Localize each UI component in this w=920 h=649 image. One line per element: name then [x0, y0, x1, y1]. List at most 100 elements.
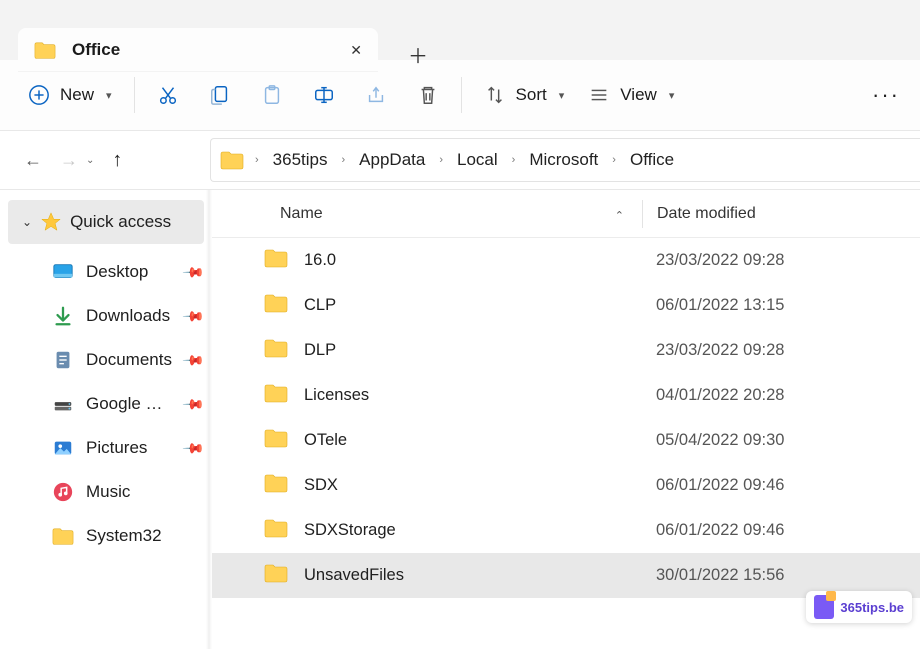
- downloads-icon: [52, 305, 74, 327]
- sort-button[interactable]: Sort ▾: [484, 84, 565, 106]
- chevron-down-icon: ▾: [106, 89, 112, 102]
- back-button[interactable]: ←: [24, 150, 42, 171]
- folder-icon: [264, 563, 288, 588]
- breadcrumb[interactable]: › 365tips › AppData › Local › Microsoft …: [210, 138, 920, 182]
- pin-icon: 📌: [181, 304, 205, 328]
- quick-access[interactable]: ⌄ Quick access: [8, 200, 204, 244]
- breadcrumb-item[interactable]: Office: [628, 148, 676, 172]
- column-name[interactable]: Name ⌃: [212, 205, 642, 223]
- separator: [461, 77, 462, 113]
- sidebar-item-desktop[interactable]: Desktop 📌: [0, 250, 212, 294]
- paste-button[interactable]: [261, 84, 283, 106]
- file-row[interactable]: CLP 06/01/2022 13:15: [212, 283, 920, 328]
- breadcrumb-item[interactable]: 365tips: [271, 148, 330, 172]
- watermark-badge: 365tips.be: [806, 591, 912, 623]
- file-name: SDX: [304, 476, 338, 495]
- file-date: 06/01/2022 13:15: [642, 296, 784, 315]
- more-button[interactable]: ···: [872, 82, 900, 108]
- delete-button[interactable]: [417, 84, 439, 106]
- desktop-icon: [52, 261, 74, 283]
- chevron-right-icon[interactable]: ›: [606, 154, 622, 166]
- plus-circle-icon: [28, 84, 50, 106]
- sidebar-item-google-drive[interactable]: Google Drive 📌: [0, 382, 212, 426]
- forward-button[interactable]: →: [60, 150, 78, 171]
- separator: [134, 77, 135, 113]
- file-row[interactable]: Licenses 04/01/2022 20:28: [212, 373, 920, 418]
- rename-button[interactable]: [313, 84, 335, 106]
- file-date: 30/01/2022 15:56: [642, 566, 784, 585]
- chevron-down-icon: ▾: [669, 89, 675, 102]
- folder-icon: [52, 525, 74, 547]
- sidebar-item-label: System32: [86, 526, 162, 546]
- folder-icon: [34, 39, 56, 61]
- pin-icon: 📌: [181, 348, 205, 372]
- file-date: 05/04/2022 09:30: [642, 431, 784, 450]
- sidebar-item-label: Music: [86, 482, 130, 502]
- file-row[interactable]: SDX 06/01/2022 09:46: [212, 463, 920, 508]
- sidebar-item-label: Documents: [86, 350, 172, 370]
- file-row[interactable]: OTele 05/04/2022 09:30: [212, 418, 920, 463]
- chevron-down-icon: ▾: [559, 89, 565, 102]
- file-date: 06/01/2022 09:46: [642, 476, 784, 495]
- sidebar: ⌄ Quick access Desktop📌Downloads📌Documen…: [0, 190, 212, 649]
- file-row[interactable]: SDXStorage06/01/2022 09:46: [212, 508, 920, 553]
- pin-icon: 📌: [181, 392, 205, 416]
- history-dropdown[interactable]: ⌄: [86, 155, 94, 166]
- pin-icon: 📌: [181, 260, 205, 284]
- sort-label: Sort: [516, 85, 547, 105]
- nav-row: ← → ⌄ ↑ › 365tips › AppData › Local › Mi…: [0, 130, 920, 190]
- sidebar-item-label: Desktop: [86, 262, 148, 282]
- file-name: CLP: [304, 296, 336, 315]
- cut-button[interactable]: [157, 84, 179, 106]
- logo-icon: [814, 595, 834, 619]
- breadcrumb-item[interactable]: AppData: [357, 148, 427, 172]
- sidebar-item-label: Downloads: [86, 306, 170, 326]
- watermark-text: 365tips.be: [840, 600, 904, 615]
- breadcrumb-item[interactable]: Microsoft: [527, 148, 600, 172]
- pictures-icon: [52, 437, 74, 459]
- file-date: 23/03/2022 09:28: [642, 341, 784, 360]
- sidebar-item-label: Google Drive: [86, 394, 173, 414]
- folder-icon: [264, 518, 288, 543]
- copy-button[interactable]: [209, 84, 231, 106]
- tab-bar: Office ✕ ＋: [0, 0, 920, 60]
- file-list: Name ⌃ Date modified 16.023/03/2022 09:2…: [212, 190, 920, 649]
- file-date: 04/01/2022 20:28: [642, 386, 784, 405]
- new-tab-button[interactable]: ＋: [400, 36, 436, 72]
- folder-icon: [264, 338, 288, 363]
- file-row[interactable]: DLP23/03/2022 09:28: [212, 328, 920, 373]
- new-label: New: [60, 85, 94, 105]
- chevron-right-icon[interactable]: ›: [336, 154, 352, 166]
- up-button[interactable]: ↑: [112, 149, 122, 172]
- file-name: OTele: [304, 431, 347, 450]
- new-button[interactable]: New ▾: [28, 84, 112, 106]
- documents-icon: [52, 349, 74, 371]
- file-name: Licenses: [304, 386, 369, 405]
- quick-access-label: Quick access: [70, 212, 171, 232]
- sidebar-item-music[interactable]: Music: [0, 470, 212, 514]
- view-label: View: [620, 85, 657, 105]
- breadcrumb-item[interactable]: Local: [455, 148, 500, 172]
- sidebar-item-label: Pictures: [86, 438, 147, 458]
- music-icon: [52, 481, 74, 503]
- folder-icon: [264, 383, 288, 408]
- file-name: SDXStorage: [304, 521, 396, 540]
- sidebar-item-documents[interactable]: Documents 📌: [0, 338, 212, 382]
- folder-icon: [221, 149, 243, 171]
- chevron-right-icon[interactable]: ›: [433, 154, 449, 166]
- star-icon: [40, 211, 62, 233]
- share-button[interactable]: [365, 84, 387, 106]
- sidebar-item-downloads[interactable]: Downloads 📌: [0, 294, 212, 338]
- sidebar-item-system32[interactable]: System32: [0, 514, 212, 558]
- tab-close-icon[interactable]: ✕: [350, 42, 362, 59]
- sidebar-item-pictures[interactable]: Pictures📌: [0, 426, 212, 470]
- file-row[interactable]: 16.023/03/2022 09:28: [212, 238, 920, 283]
- chevron-right-icon[interactable]: ›: [506, 154, 522, 166]
- column-date[interactable]: Date modified: [643, 205, 756, 223]
- file-date: 23/03/2022 09:28: [642, 251, 784, 270]
- chevron-right-icon[interactable]: ›: [249, 154, 265, 166]
- file-name: UnsavedFiles: [304, 566, 404, 585]
- sort-icon: [484, 84, 506, 106]
- view-button[interactable]: View ▾: [588, 84, 674, 106]
- window-tab[interactable]: Office ✕: [18, 28, 378, 72]
